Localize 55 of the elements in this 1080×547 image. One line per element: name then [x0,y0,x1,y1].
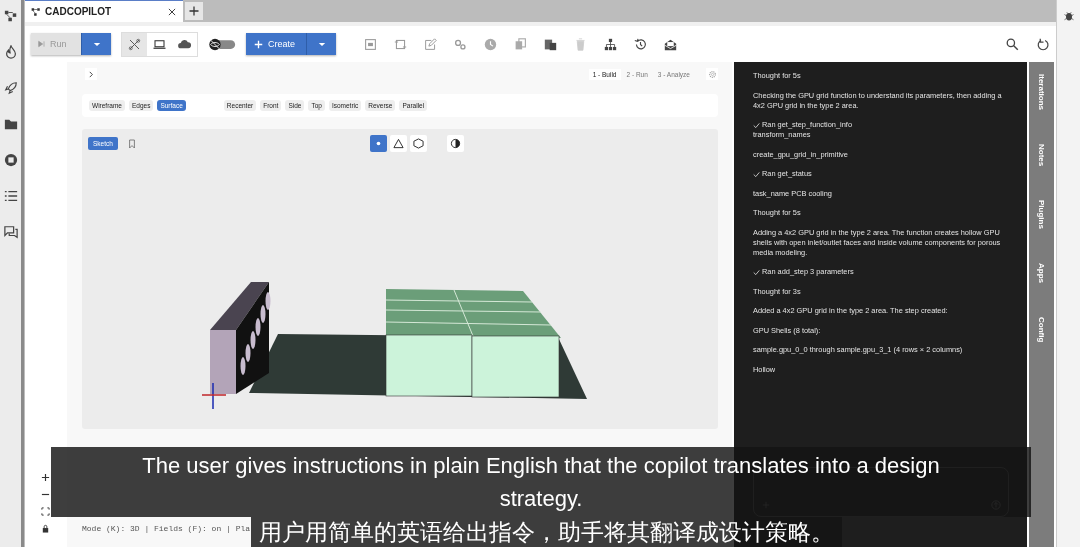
caret-icon [317,41,326,47]
subtitle-overlay: The user gives instructions in plain English that the copilot translates into a design strategy. [51,447,1031,517]
zoom-in-icon[interactable] [41,473,50,482]
close-icon[interactable] [167,6,177,17]
network-icon [31,6,41,17]
refresh-icon[interactable] [1037,37,1050,51]
check-icon [753,170,760,178]
mail-icon[interactable] [664,37,677,51]
side-tab[interactable]: Plugins [1037,200,1046,230]
app-tab[interactable]: CADCOPILOT [25,0,183,22]
hierarchy-icon[interactable] [604,37,617,51]
flame-icon[interactable] [3,45,18,59]
folder-icon[interactable] [3,117,18,131]
triangle-icon [392,138,404,149]
search-icon[interactable] [1006,37,1019,51]
visibility-toggle-icon[interactable] [208,37,236,51]
frame-icon[interactable] [364,37,377,51]
point-select-button[interactable] [369,135,387,152]
side-tab[interactable]: Config [1037,317,1046,343]
triangle-select-button[interactable] [389,135,407,152]
create-button[interactable]: Create [246,33,306,55]
fit-view-icon[interactable] [41,507,50,516]
list-icon[interactable] [3,189,18,203]
hexagon-icon [412,138,424,149]
plus-icon [254,39,263,49]
bug-icon[interactable] [1062,10,1075,22]
expand-button[interactable] [85,68,97,80]
chevron-icon [87,70,95,78]
side-tab[interactable]: Apps [1037,263,1046,284]
contrast-icon [449,138,461,149]
transform-icon[interactable] [394,37,407,51]
rocket-icon[interactable] [3,81,18,95]
subtitle-overlay: 用户用简单的英语给出指令，助手将其翻译成设计策略。 [250,517,842,547]
hexagon-select-button[interactable] [409,135,427,152]
lock-icon[interactable] [41,524,50,533]
gears-icon[interactable] [454,37,467,51]
history-icon[interactable] [634,37,647,51]
axes-icon [201,382,227,410]
step-icon [38,40,46,48]
bookmark-icon[interactable] [127,138,136,149]
check-icon [753,268,760,276]
chat-icon[interactable] [3,225,18,239]
caret-icon [92,41,101,47]
add-tab-icon[interactable] [185,2,203,20]
status-text: Mode (K): 3D | Fields (F): on | Pla [82,524,252,533]
paste-icon[interactable] [544,37,557,51]
network-icon[interactable] [3,9,18,23]
edit-icon[interactable] [424,37,437,51]
side-tab[interactable]: Iterations [1037,74,1046,110]
scissors-icon[interactable] [122,32,147,56]
check-icon [753,121,760,129]
side-tab[interactable]: Notes [1037,144,1046,167]
contrast-button[interactable] [446,135,464,152]
stop-icon[interactable] [3,153,18,167]
gear-icon [707,69,717,79]
